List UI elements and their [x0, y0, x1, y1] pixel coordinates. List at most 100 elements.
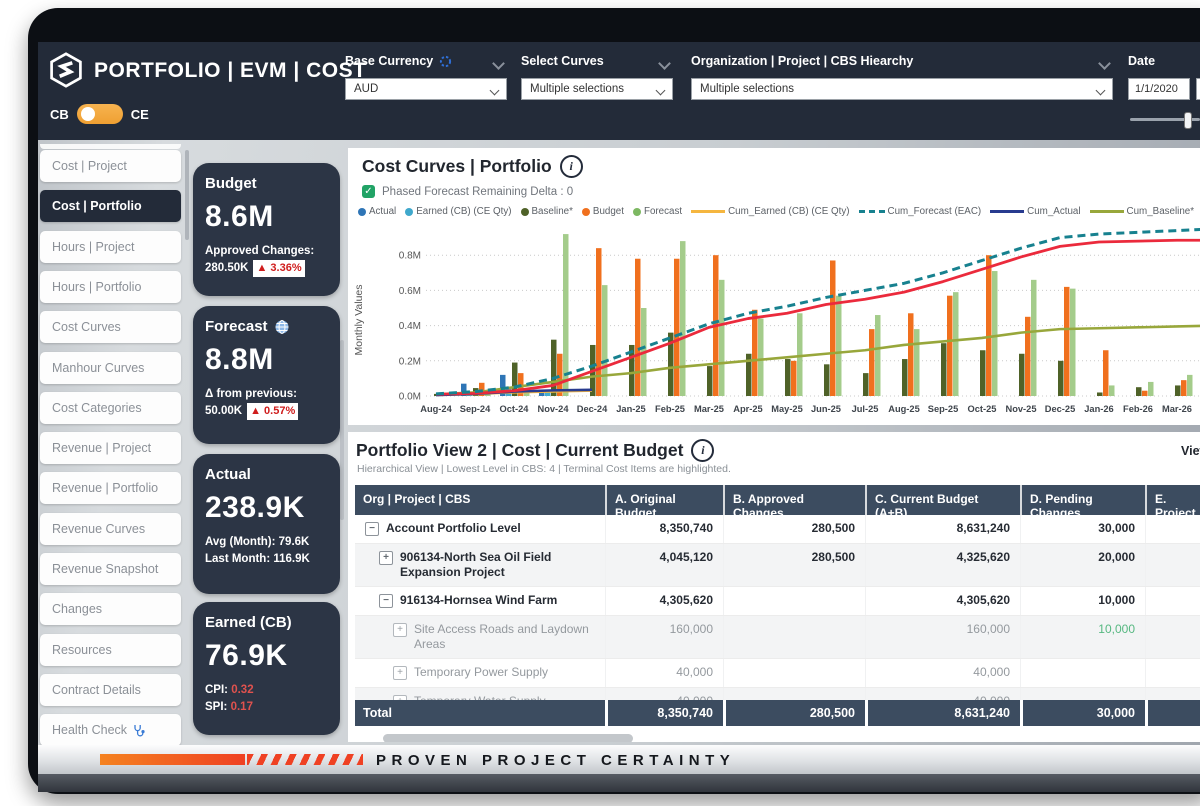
table-horizontal-scrollbar[interactable]: [383, 734, 633, 742]
collapse-icon[interactable]: −: [365, 522, 379, 536]
select-curves-select[interactable]: Multiple selections: [521, 78, 673, 100]
sidebar-item-resources[interactable]: Resources: [40, 634, 181, 666]
line-cum-baseline[interactable]: [436, 326, 1200, 395]
chevron-down-icon: [1096, 86, 1106, 96]
footer-tagline: PROVEN PROJECT CERTAINTY: [376, 752, 735, 769]
table-row-906134-north-sea-oil-field-expansion-project[interactable]: +906134-North Sea Oil Field Expansion Pr…: [355, 544, 1200, 587]
line-cum-forecast-eac[interactable]: [436, 229, 1200, 394]
legend-item-actual[interactable]: Actual: [358, 206, 396, 217]
sidebar-item-label: Cost Categories: [52, 401, 142, 415]
legend-item-label: Earned (CB) (CE Qty): [416, 206, 511, 217]
cost-curves-chart[interactable]: 0.0M0.2M0.4M0.6M0.8MMonthly ValuesAug-24…: [348, 220, 1200, 425]
legend-item-cum-earned-cb-ce-qty[interactable]: Cum_Earned (CB) (CE Qty): [691, 206, 849, 217]
row-name-label: Site Access Roads and Laydown Areas: [414, 622, 599, 652]
sidebar-item-revenue-portfolio[interactable]: Revenue | Portfolio: [40, 472, 181, 504]
toggle-knob[interactable]: [81, 107, 95, 121]
y-tick-label: 0.2M: [399, 356, 421, 367]
row-value-cell: [723, 587, 865, 615]
legend-item-baseline[interactable]: Baseline*: [521, 206, 573, 217]
portfolio-view-panel: Portfolio View 2 | Cost | Current Budget…: [348, 432, 1200, 742]
table-row-account-portfolio-level[interactable]: −Account Portfolio Level8,350,740280,500…: [355, 515, 1200, 544]
info-icon[interactable]: i: [560, 155, 583, 178]
legend-item-budget[interactable]: Budget: [582, 206, 624, 217]
row-value-cell: [1145, 659, 1200, 687]
row-value-cell: [1145, 688, 1200, 700]
expand-icon[interactable]: +: [393, 623, 407, 637]
filter-org-hierarchy-label: Organization | Project | CBS Hiearchy: [691, 54, 1113, 68]
table-row-temporary-power-supply[interactable]: +Temporary Power Supply40,00040,000: [355, 659, 1200, 688]
sidebar-item-cost-categories[interactable]: Cost Categories: [40, 392, 181, 424]
date-end-input[interactable]: [1196, 78, 1200, 100]
sidebar-item-cost-curves[interactable]: Cost Curves: [40, 311, 181, 343]
sidebar-item-contract-details[interactable]: Contract Details: [40, 674, 181, 706]
legend-item-forecast[interactable]: Forecast: [633, 206, 682, 217]
sidebar-scrollbar[interactable]: [185, 150, 189, 240]
cb-ce-toggle[interactable]: [77, 104, 123, 124]
expand-icon[interactable]: +: [393, 666, 407, 680]
kpi-actual-sub2: Last Month: 116.9K: [205, 553, 310, 565]
sidebar-item-cost-portfolio[interactable]: Cost | Portfolio: [40, 190, 181, 222]
base-currency-select[interactable]: AUD: [345, 78, 507, 100]
table-row-temporary-water-supply[interactable]: +Temporary Water Supply40,00040,000: [355, 688, 1200, 700]
sidebar-item-cost-project[interactable]: Cost | Project: [40, 150, 181, 182]
sidebar-item-hours-project[interactable]: Hours | Project: [40, 231, 181, 263]
info-icon[interactable]: i: [691, 439, 714, 462]
x-tick-label: Mar-25: [694, 404, 724, 414]
kpi-card-earned[interactable]: Earned (CB) 76.9K CPI: 0.32 SPI: 0.17: [193, 602, 340, 735]
view-label[interactable]: View: [1181, 444, 1200, 458]
legend-item-cum-actual[interactable]: Cum_Actual: [990, 206, 1080, 217]
dashboard-page: PORTFOLIO | EVM | COST CB CE Base Curren…: [0, 0, 1200, 806]
line-swatch-icon: [1090, 210, 1124, 213]
y-tick-label: 0.6M: [399, 286, 421, 297]
sidebar-item-revenue-snapshot[interactable]: Revenue Snapshot: [40, 553, 181, 585]
legend-item-cum-forecast-eac[interactable]: Cum_Forecast (EAC): [859, 206, 982, 217]
chevron-down-icon: [656, 86, 666, 96]
toggle-right-label: CE: [131, 107, 149, 122]
y-axis-label: Monthly Values: [353, 284, 365, 355]
table-row-site-access-roads-and-laydown-areas[interactable]: + Site Access Roads and Laydown Areas160,…: [355, 616, 1200, 659]
line-cum-budget[interactable]: [436, 240, 1200, 394]
dot-swatch-icon: [358, 208, 366, 216]
legend-item-earned-cb-ce-qty[interactable]: Earned (CB) (CE Qty): [405, 206, 511, 217]
sidebar-item-label: Hours | Project: [52, 240, 134, 254]
checkbox-checked-icon[interactable]: ✓: [362, 185, 375, 198]
sidebar-item-changes[interactable]: Changes: [40, 593, 181, 625]
kpi-card-forecast[interactable]: Forecast 8.8M Δ from previous: 50.00K▲ 0…: [193, 306, 340, 444]
date-start-input[interactable]: 1/1/2020: [1128, 78, 1190, 100]
org-hierarchy-select[interactable]: Multiple selections: [691, 78, 1113, 100]
select-curves-value: Multiple selections: [530, 83, 624, 95]
legend-item-label: Cum_Earned (CB) (CE Qty): [728, 206, 849, 217]
kpi-earned-sub: CPI: 0.32 SPI: 0.17: [205, 682, 328, 716]
portfolio-view-subtitle: Hierarchical View | Lowest Level in CBS:…: [357, 463, 731, 475]
row-value-cell: 4,325,620: [865, 544, 1020, 586]
kpi-budget-title: Budget: [205, 175, 328, 192]
sidebar-item-label: Revenue | Project: [52, 441, 151, 455]
row-value-cell: 10,000: [1020, 616, 1145, 658]
sidebar-item-revenue-curves[interactable]: Revenue Curves: [40, 513, 181, 545]
expand-icon[interactable]: +: [379, 551, 393, 565]
x-tick-label: Dec-25: [1045, 404, 1076, 414]
kpi-earned-title: Earned (CB): [205, 614, 328, 631]
sidebar-item-health-check[interactable]: Health Check: [40, 714, 181, 746]
app-title: PORTFOLIO | EVM | COST: [94, 59, 366, 83]
x-tick-label: Nov-24: [537, 404, 569, 414]
sidebar-item-manhour-curves[interactable]: Manhour Curves: [40, 352, 181, 384]
sidebar-item-hours-portfolio[interactable]: Hours | Portfolio: [40, 271, 181, 303]
kpi-forecast-sub1: Δ from previous:: [205, 388, 297, 400]
row-value-cell: 4,305,620: [605, 587, 723, 615]
sidebar-item-label: Health Check: [52, 723, 127, 737]
sync-icon[interactable]: [439, 55, 452, 68]
kpi-column-scrollbar[interactable]: [340, 340, 344, 520]
kpi-card-budget[interactable]: Budget 8.6M Approved Changes: 280.50K▲ 3…: [193, 163, 340, 296]
kpi-card-actual[interactable]: Actual 238.9K Avg (Month): 79.6K Last Mo…: [193, 454, 340, 594]
row-value-cell: [1020, 659, 1145, 687]
x-tick-label: Aug-24: [420, 404, 452, 414]
globe-icon: [274, 319, 290, 335]
collapse-icon[interactable]: −: [379, 594, 393, 608]
date-slider-thumb[interactable]: [1184, 112, 1192, 129]
row-value-cell: 160,000: [605, 616, 723, 658]
legend-item-cum-baseline[interactable]: Cum_Baseline*: [1090, 206, 1195, 217]
table-row-916134-hornsea-wind-farm[interactable]: −916134-Hornsea Wind Farm4,305,6204,305,…: [355, 587, 1200, 616]
dash-swatch-icon: [859, 210, 885, 213]
sidebar-item-revenue-project[interactable]: Revenue | Project: [40, 432, 181, 464]
